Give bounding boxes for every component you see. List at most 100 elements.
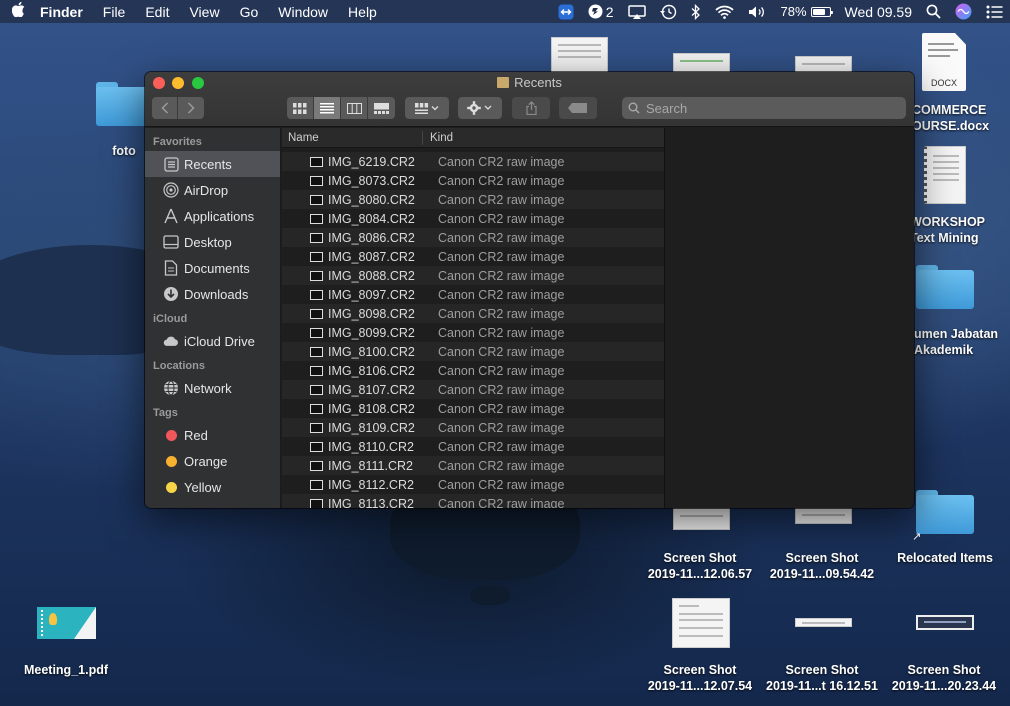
desktop-item-screenshot-1[interactable]: Screen Shot 2019-11...12.06.57 <box>640 550 760 582</box>
menu-file[interactable]: File <box>93 4 136 20</box>
wifi-icon[interactable] <box>714 5 734 19</box>
file-row[interactable]: IMG_8098.CR2 Canon CR2 raw image <box>282 304 664 323</box>
docx-file-icon[interactable]: DOCX <box>922 33 966 91</box>
column-view-button[interactable] <box>341 97 368 119</box>
file-row[interactable]: IMG_8080.CR2 Canon CR2 raw image <box>282 190 664 209</box>
desktop-document-thumbnail[interactable] <box>924 146 966 204</box>
group-by-button[interactable] <box>405 97 449 119</box>
file-row[interactable]: IMG_8109.CR2 Canon CR2 raw image <box>282 418 664 437</box>
file-row[interactable]: IMG_8084.CR2 Canon CR2 raw image <box>282 209 664 228</box>
desktop-document-thumbnail[interactable] <box>551 37 608 77</box>
desktop-item-screenshot-2[interactable]: Screen Shot 2019-11...09.54.42 <box>762 550 882 582</box>
documents-icon <box>163 260 179 276</box>
clock[interactable]: Wed 09.59 <box>845 4 912 20</box>
gallery-view-button[interactable] <box>368 97 395 119</box>
raw-image-file-icon <box>310 327 323 338</box>
teamviewer-icon[interactable] <box>558 4 574 20</box>
desktop-item-dokumen-jabatan[interactable]: umen Jabatan Akademik <box>914 326 1010 358</box>
file-row[interactable]: IMG_8106.CR2 Canon CR2 raw image <box>282 361 664 380</box>
sync-badge-icon[interactable]: 2 <box>588 4 614 20</box>
screenshot-4-line2: 2019-11...t 16.12.51 <box>766 679 878 693</box>
file-kind: Canon CR2 raw image <box>438 211 565 226</box>
desktop-item-foto[interactable]: foto <box>108 143 140 159</box>
apple-menu-icon[interactable] <box>0 1 36 21</box>
share-button[interactable] <box>512 97 550 119</box>
spotlight-search-icon[interactable] <box>926 4 941 19</box>
column-header-kind[interactable]: Kind <box>430 132 453 144</box>
menu-go[interactable]: Go <box>230 4 269 20</box>
menu-bar: Finder File Edit View Go Window Help 2 7… <box>0 0 1010 23</box>
back-button[interactable] <box>152 97 178 119</box>
forward-button[interactable] <box>178 97 204 119</box>
menu-help[interactable]: Help <box>338 4 387 20</box>
file-name: IMG_8088.CR2 <box>328 268 415 283</box>
pdf-file-thumbnail[interactable] <box>37 607 96 639</box>
desktop-screenshot-thumbnail[interactable] <box>795 508 852 524</box>
desktop-item-screenshot-5[interactable]: Screen Shot 2019-11...20.23.44 <box>884 662 1004 694</box>
action-gear-button[interactable] <box>458 97 502 119</box>
desktop-item-screenshot-4[interactable]: Screen Shot 2019-11...t 16.12.51 <box>762 662 882 694</box>
sidebar-item-tag-red[interactable]: Red <box>145 422 280 448</box>
icon-view-button[interactable] <box>287 97 314 119</box>
tag-red-dot <box>165 429 177 441</box>
file-row[interactable]: IMG_8108.CR2 Canon CR2 raw image <box>282 399 664 418</box>
sidebar-item-tag-orange[interactable]: Orange <box>145 448 280 474</box>
sidebar-item-icloud-drive[interactable]: iCloud Drive <box>145 328 280 354</box>
file-row[interactable]: IMG_8097.CR2 Canon CR2 raw image <box>282 285 664 304</box>
menu-window[interactable]: Window <box>268 4 338 20</box>
status-area: 2 78% Wed 09.59 <box>551 0 1010 23</box>
file-row[interactable]: IMG_8099.CR2 Canon CR2 raw image <box>282 323 664 342</box>
desktop-screenshot-thumbnail[interactable] <box>916 615 974 630</box>
desktop-screenshot-thumbnail[interactable] <box>672 598 730 648</box>
file-kind: Canon CR2 raw image <box>438 325 565 340</box>
airplay-icon[interactable] <box>627 4 646 19</box>
file-row[interactable]: IMG_8111.CR2 Canon CR2 raw image <box>282 456 664 475</box>
file-row[interactable]: IMG_6219.CR2 Canon CR2 raw image <box>282 152 664 171</box>
sidebar-item-applications[interactable]: Applications <box>145 203 280 229</box>
desktop-screenshot-thumbnail[interactable] <box>795 618 852 627</box>
sidebar-item-desktop[interactable]: Desktop <box>145 229 280 255</box>
tag-button[interactable] <box>559 97 597 119</box>
window-titlebar[interactable]: Recents Search <box>145 72 914 127</box>
window-title-text: Recents <box>514 75 562 90</box>
desktop-screenshot-thumbnail[interactable] <box>673 508 730 530</box>
file-row[interactable]: IMG_8113.CR2 Canon CR2 raw image <box>282 494 664 508</box>
desktop-item-meeting-pdf[interactable]: Meeting_1.pdf <box>16 662 116 678</box>
file-list: Name Kind IMG_6219.CR2 Canon CR2 raw imag… <box>282 128 664 508</box>
desktop-folder-icon[interactable] <box>916 265 974 309</box>
file-row[interactable]: IMG_8100.CR2 Canon CR2 raw image <box>282 342 664 361</box>
file-row[interactable]: IMG_8073.CR2 Canon CR2 raw image <box>282 171 664 190</box>
siri-icon[interactable] <box>955 3 972 20</box>
sidebar-item-tag-yellow[interactable]: Yellow <box>145 474 280 500</box>
menu-edit[interactable]: Edit <box>135 4 179 20</box>
desktop-folder-icon[interactable] <box>916 490 974 534</box>
notification-center-icon[interactable] <box>986 5 1003 19</box>
file-kind: Canon CR2 raw image <box>438 439 565 454</box>
menu-view[interactable]: View <box>179 4 229 20</box>
column-header-name[interactable]: Name <box>288 132 319 144</box>
time-machine-icon[interactable] <box>659 4 677 20</box>
battery-indicator[interactable]: 78% <box>781 4 833 19</box>
desktop-item-workshop[interactable]: WORKSHOP Text Mining <box>910 214 1010 246</box>
search-field[interactable]: Search <box>622 97 906 119</box>
desktop-item-commerce[interactable]: COMMERCE OURSE.docx <box>912 102 1002 134</box>
sidebar-item-recents[interactable]: Recents <box>145 151 280 177</box>
file-row[interactable]: IMG_8110.CR2 Canon CR2 raw image <box>282 437 664 456</box>
menu-app-finder[interactable]: Finder <box>36 4 93 20</box>
file-row[interactable]: IMG_8087.CR2 Canon CR2 raw image <box>282 247 664 266</box>
sidebar-item-network[interactable]: Network <box>145 375 280 401</box>
file-row[interactable]: IMG_8088.CR2 Canon CR2 raw image <box>282 266 664 285</box>
bluetooth-icon[interactable] <box>691 3 701 20</box>
desktop-item-screenshot-3[interactable]: Screen Shot 2019-11...12.07.54 <box>640 662 760 694</box>
file-row[interactable]: IMG_8112.CR2 Canon CR2 raw image <box>282 475 664 494</box>
sidebar-item-documents[interactable]: Documents <box>145 255 280 281</box>
desktop-item-relocated-items[interactable]: Relocated Items <box>890 550 1000 566</box>
list-view-button[interactable] <box>314 97 341 119</box>
volume-icon[interactable] <box>748 5 767 19</box>
sidebar-item-airdrop[interactable]: AirDrop <box>145 177 280 203</box>
column-divider[interactable] <box>422 131 423 145</box>
file-row[interactable]: IMG_8086.CR2 Canon CR2 raw image <box>282 228 664 247</box>
file-row[interactable]: IMG_8107.CR2 Canon CR2 raw image <box>282 380 664 399</box>
file-kind: Canon CR2 raw image <box>438 173 565 188</box>
sidebar-item-downloads[interactable]: Downloads <box>145 281 280 307</box>
